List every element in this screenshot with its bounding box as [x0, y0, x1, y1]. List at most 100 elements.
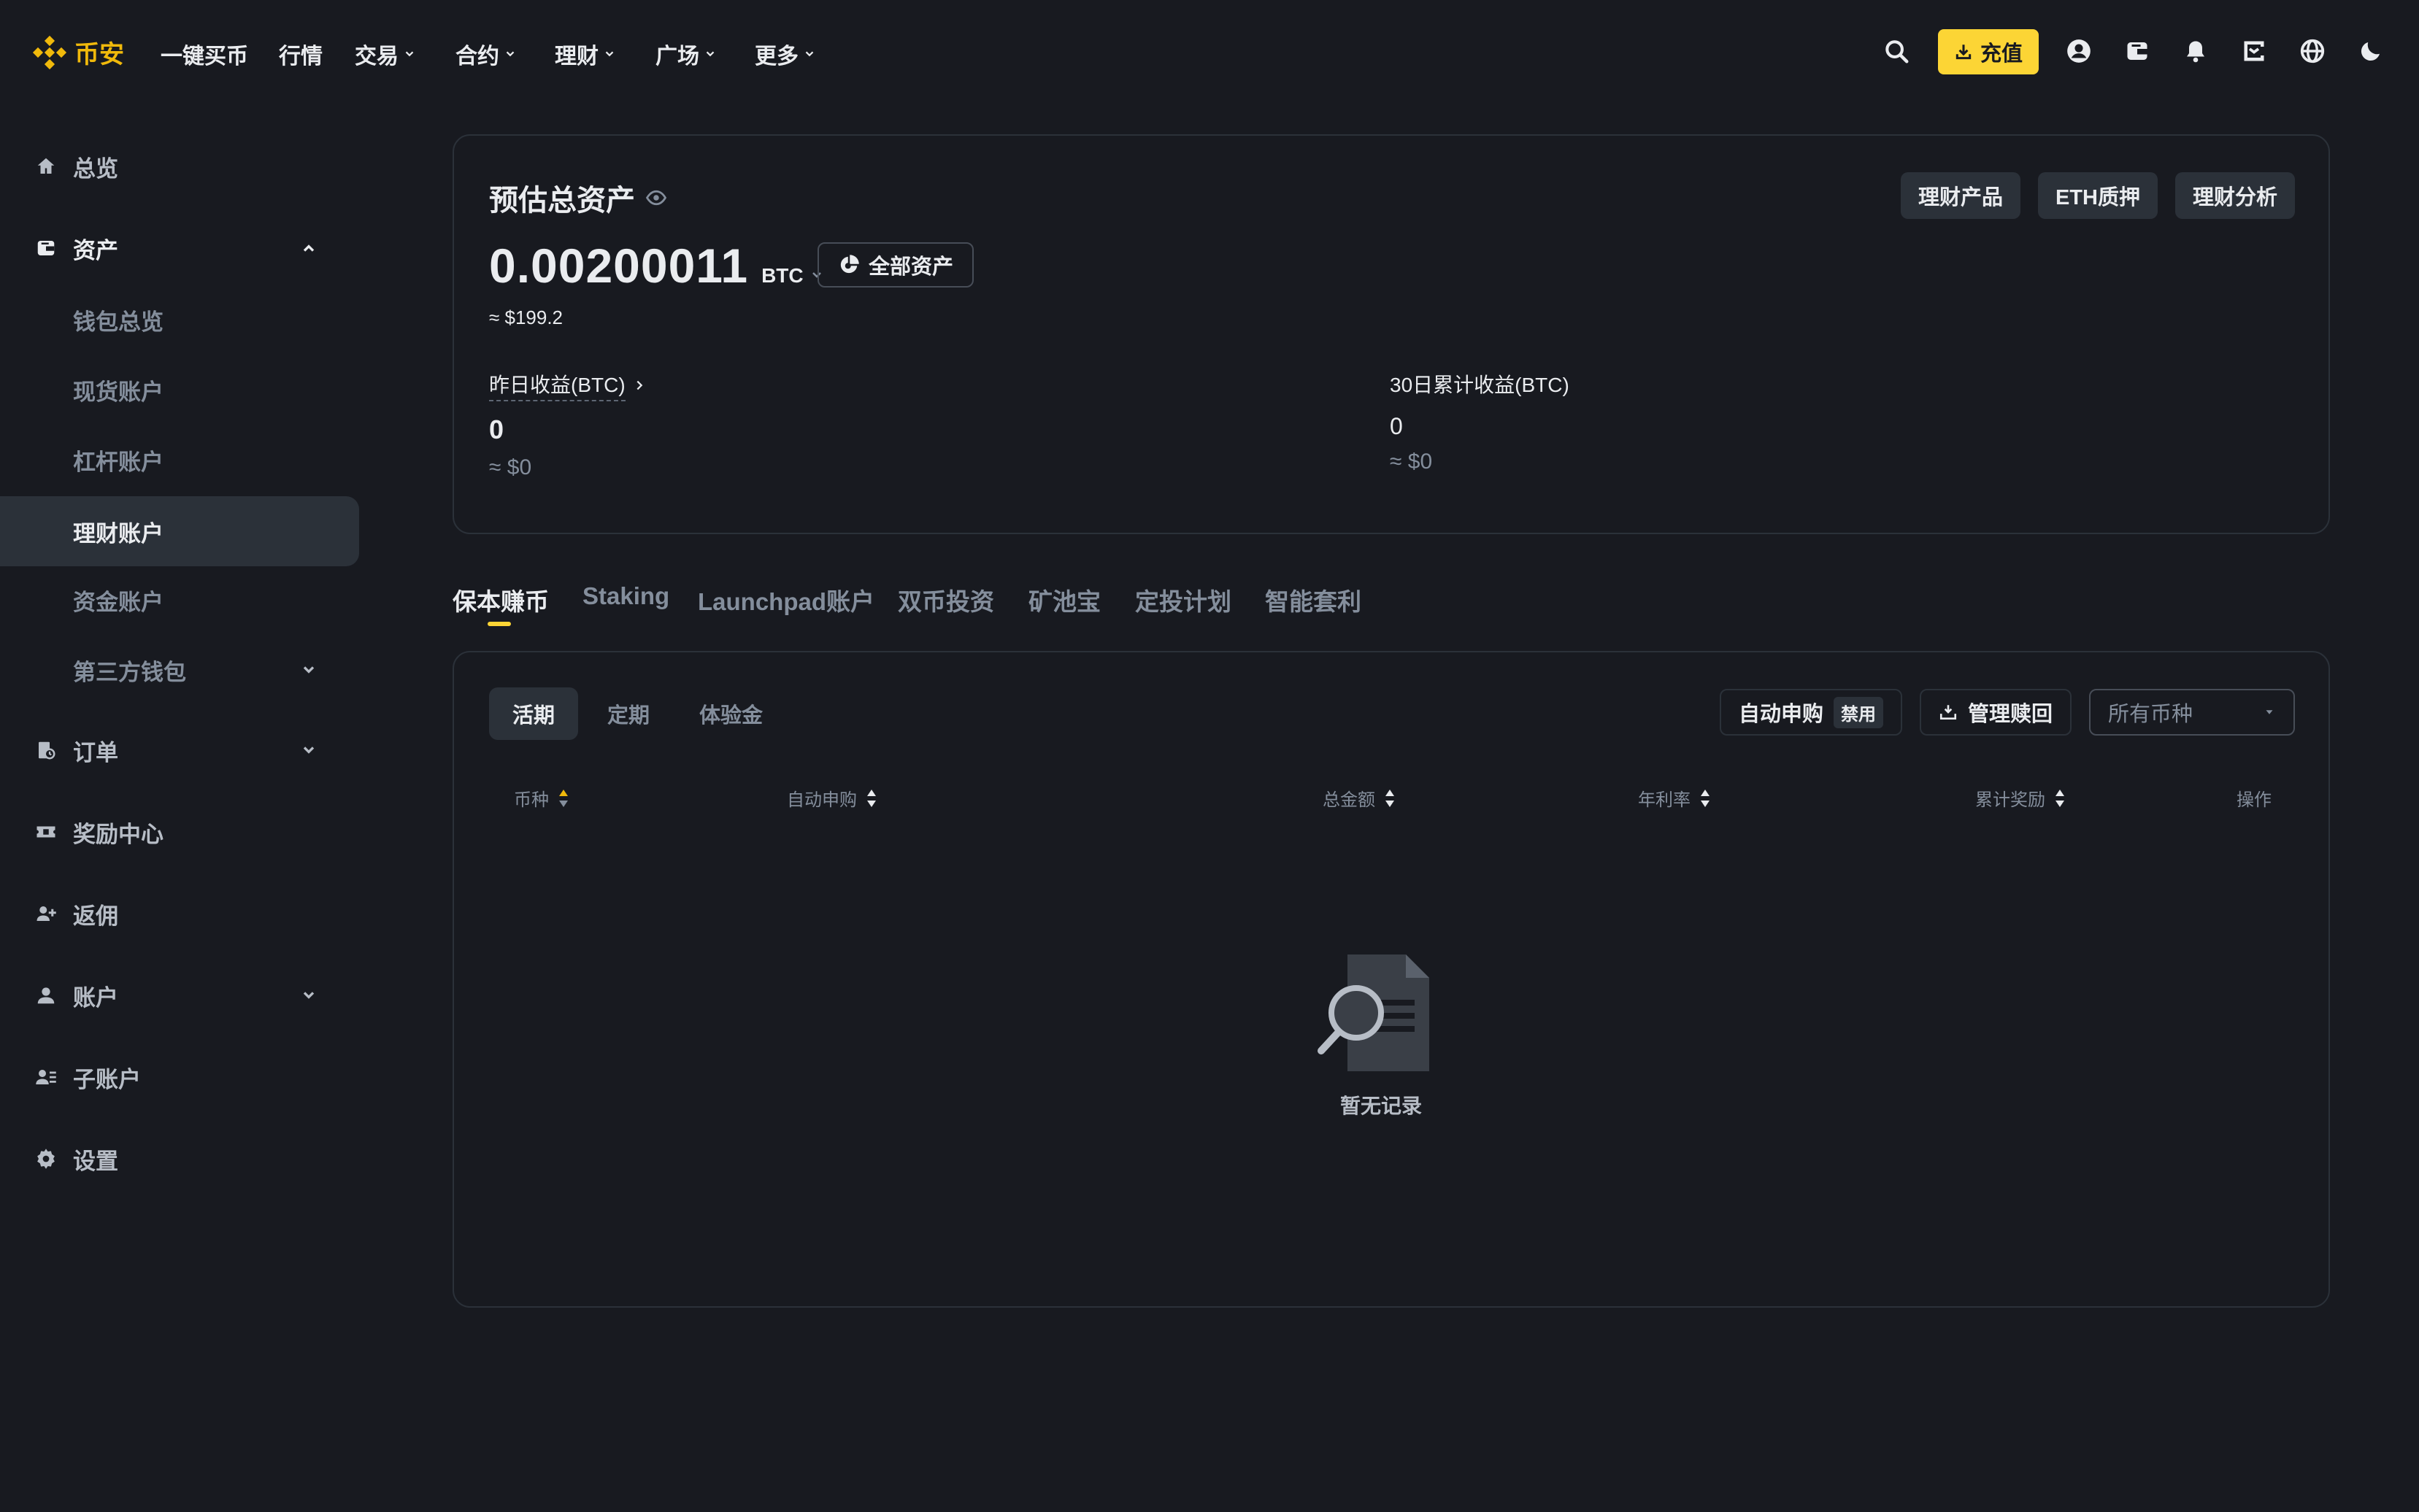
nav-futures[interactable]: 合约	[455, 38, 517, 70]
earn-analysis-button[interactable]: 理财分析	[2174, 172, 2295, 219]
sidebar-item-sub-account[interactable]: 子账户	[0, 1042, 359, 1112]
deposit-button[interactable]: 充值	[1938, 29, 2039, 74]
sub-account-icon	[34, 1065, 58, 1089]
sidebar-label: 第三方钱包	[73, 659, 186, 685]
sidebar-item-settings[interactable]: 设置	[0, 1124, 359, 1194]
column-header-action: 操作	[2237, 785, 2272, 811]
sidebar-label: 设置	[73, 1148, 118, 1174]
column-label: 币种	[514, 790, 549, 810]
sidebar-item-wallet-overview[interactable]: 钱包总览	[0, 285, 359, 355]
asset-summary-card: 预估总资产 理财产品 ETH质押 理财分析 0.00200011 BTC 全部资…	[453, 134, 2330, 534]
tab-auto-invest[interactable]: 定投计划	[1135, 582, 1231, 617]
yesterday-pnl-text: 昨日收益(BTC)	[489, 369, 626, 401]
chevron-down-icon	[706, 51, 715, 57]
sidebar-item-overview[interactable]: 总览	[0, 131, 359, 201]
asset-title: 预估总资产	[489, 177, 667, 219]
month-pnl-value: 0	[1390, 413, 1403, 439]
balance-amount: 0.00200011	[489, 239, 749, 293]
globe-icon[interactable]	[2296, 35, 2328, 67]
subtab-trial-fund[interactable]: 体验金	[676, 687, 786, 740]
tab-pool[interactable]: 矿池宝	[1028, 582, 1101, 617]
nav-label: 一键买币	[161, 45, 248, 69]
manage-redeem-label: 管理赎回	[1967, 703, 2053, 726]
column-header-auto-subscribe[interactable]: 自动申购	[787, 785, 877, 811]
ticket-icon	[34, 819, 58, 844]
sidebar-label: 账户	[73, 984, 118, 1011]
wallet-icon	[34, 236, 58, 261]
sort-icon	[2055, 789, 2064, 807]
tab-staking[interactable]: Staking	[582, 582, 669, 610]
sidebar-label: 资金账户	[73, 589, 164, 615]
month-pnl-usd: ≈ $0	[1390, 450, 1433, 474]
bell-icon[interactable]	[2180, 35, 2212, 67]
earn-positions-card: 活期 定期 体验金 自动申购 禁用 管理赎回 所有币种 币种 自动申购 总金额 …	[453, 651, 2330, 1308]
column-header-cumulative-rewards[interactable]: 累计奖励	[1975, 785, 2066, 811]
sidebar-item-spot[interactable]: 现货账户	[0, 355, 359, 425]
sidebar-item-account[interactable]: 账户	[0, 960, 359, 1030]
nav-earn[interactable]: 理财	[555, 38, 616, 70]
balance-unit-selector[interactable]: BTC	[761, 264, 804, 288]
brand-name: 币安	[74, 41, 124, 69]
subtab-flexible[interactable]: 活期	[489, 687, 579, 740]
nav-markets[interactable]: 行情	[279, 38, 323, 70]
redeem-icon	[1939, 705, 1957, 720]
download-icon[interactable]	[2238, 35, 2270, 67]
sidebar-label: 奖励中心	[73, 821, 164, 847]
eye-icon[interactable]	[645, 187, 667, 209]
chevron-down-icon	[298, 739, 320, 761]
subtab-locked[interactable]: 定期	[584, 687, 673, 740]
binance-logo-icon	[32, 35, 67, 70]
yesterday-pnl-usd: ≈ $0	[489, 455, 532, 479]
tab-dual-investment[interactable]: 双币投资	[898, 582, 994, 617]
sidebar-item-earn[interactable]: 理财账户	[0, 496, 359, 566]
nav-more[interactable]: 更多	[755, 38, 816, 70]
coin-filter-value: 所有币种	[2108, 703, 2193, 726]
wallet-icon[interactable]	[2121, 35, 2153, 67]
earn-products-button[interactable]: 理财产品	[1900, 172, 2020, 219]
manage-redeem-button[interactable]: 管理赎回	[1919, 689, 2072, 736]
column-header-apr[interactable]: 年利率	[1638, 785, 1711, 811]
nav-label: 理财	[555, 45, 599, 69]
search-icon[interactable]	[1880, 35, 1912, 67]
sidebar-item-assets[interactable]: 资产	[0, 213, 359, 283]
auto-subscribe-button[interactable]: 自动申购 禁用	[1719, 689, 1902, 736]
nav-trade[interactable]: 交易	[355, 38, 416, 70]
column-label: 年利率	[1638, 790, 1691, 810]
tab-simple-earn[interactable]: 保本赚币	[453, 582, 549, 617]
moon-icon[interactable]	[2355, 35, 2387, 67]
empty-state-text: 暂无记录	[1339, 1095, 1422, 1117]
tab-smart-arbitrage[interactable]: 智能套利	[1265, 582, 1361, 617]
nav-label: 广场	[655, 45, 699, 69]
sidebar-label: 总览	[73, 155, 118, 182]
active-tab-indicator	[488, 622, 511, 626]
coin-filter-select[interactable]: 所有币种	[2089, 689, 2295, 736]
yesterday-pnl-label[interactable]: 昨日收益(BTC)	[489, 369, 646, 401]
sidebar-item-funding[interactable]: 资金账户	[0, 565, 359, 635]
chevron-down-icon	[298, 984, 320, 1006]
nav-square[interactable]: 广场	[655, 38, 717, 70]
sidebar-label: 钱包总览	[73, 309, 164, 335]
month-pnl-text: 30日累计收益(BTC)	[1390, 374, 1569, 396]
nav-label: 行情	[279, 45, 323, 69]
sidebar-item-third-party-wallet[interactable]: 第三方钱包	[0, 635, 359, 705]
column-header-total-amount[interactable]: 总金额	[1323, 785, 1396, 811]
sidebar-item-orders[interactable]: 订单	[0, 715, 359, 785]
pie-chart-icon	[840, 255, 859, 274]
deposit-label: 充值	[1980, 42, 2023, 66]
nav-buy-crypto[interactable]: 一键买币	[161, 38, 248, 70]
column-label: 自动申购	[787, 790, 857, 810]
user-icon[interactable]	[2063, 35, 2095, 67]
brand-logo[interactable]: 币安	[32, 34, 124, 70]
column-header-coin[interactable]: 币种	[514, 785, 569, 811]
tab-launchpad[interactable]: Launchpad账户	[698, 582, 874, 617]
sidebar-item-referral[interactable]: 返佣	[0, 879, 359, 949]
gear-icon	[34, 1146, 58, 1171]
sidebar-label: 返佣	[73, 903, 118, 929]
sidebar-item-rewards[interactable]: 奖励中心	[0, 797, 359, 867]
chevron-down-icon	[605, 51, 614, 57]
chevron-down-icon	[405, 51, 414, 57]
eth-staking-button[interactable]: ETH质押	[2037, 172, 2158, 219]
all-assets-button[interactable]: 全部资产	[818, 242, 974, 288]
auto-subscribe-label: 自动申购	[1738, 703, 1823, 726]
sidebar-item-margin[interactable]: 杠杆账户	[0, 425, 359, 495]
